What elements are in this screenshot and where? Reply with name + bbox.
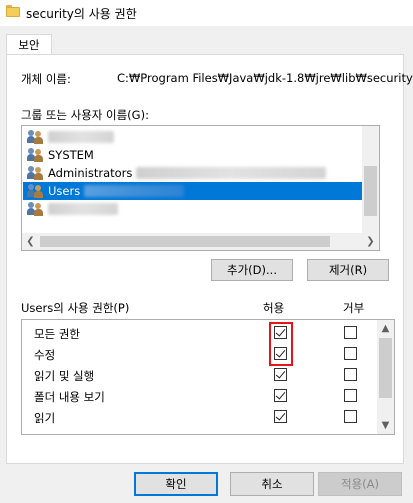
permission-row-modify: 수정 (22, 344, 378, 364)
users-icon (27, 202, 44, 216)
permission-name: 읽기 및 실행 (34, 369, 95, 383)
list-item[interactable] (23, 128, 375, 146)
permission-row-full-control: 모든 권한 (22, 323, 378, 343)
folder-icon (6, 5, 20, 17)
list-item-label: SYSTEM (48, 148, 94, 162)
scroll-down-icon[interactable]: ▼ (377, 417, 394, 434)
tab-security[interactable]: 보안 (6, 34, 52, 55)
permission-name: 읽기 (34, 411, 56, 425)
permission-name: 모든 권한 (34, 327, 80, 341)
deny-column-header: 거부 (343, 301, 365, 315)
list-item-label: Administrators (48, 166, 133, 180)
object-name-value: C:₩Program Files₩Java₩jdk-1.8₩jre₩lib₩se… (117, 71, 413, 85)
list-item-users[interactable]: Users (23, 182, 375, 200)
deny-checkbox[interactable] (344, 347, 357, 360)
allow-checkbox[interactable] (274, 389, 287, 402)
users-icon (27, 148, 44, 162)
scrollbar-thumb[interactable] (40, 236, 330, 247)
permission-row-list-folder: 폴더 내용 보기 (22, 386, 378, 406)
permissions-label: Users의 사용 권한(P) (21, 301, 130, 315)
permissions-list: 모든 권한 수정 읽기 및 실행 폴더 내용 보기 읽기 ▲ ▼ (21, 319, 395, 435)
group-user-list[interactable]: SYSTEM Administrators Users ❮ ❯ (21, 125, 380, 251)
add-button[interactable]: 추가(D)... (211, 259, 293, 281)
redacted-suffix (136, 167, 327, 179)
scroll-right-icon[interactable]: ❯ (362, 233, 379, 250)
scroll-left-icon[interactable]: ❮ (22, 233, 39, 250)
object-name-label: 개체 이름: (21, 72, 71, 86)
allow-checkbox[interactable] (274, 410, 287, 423)
security-panel: 개체 이름: C:₩Program Files₩Java₩jdk-1.8₩jre… (6, 54, 413, 464)
remove-button[interactable]: 제거(R) (307, 259, 389, 281)
permissions-scrollbar[interactable]: ▲ ▼ (377, 320, 394, 434)
redacted-name (48, 131, 114, 143)
users-icon (27, 130, 44, 144)
list-item-administrators[interactable]: Administrators (23, 164, 375, 182)
list-item-label: Users (48, 184, 81, 198)
group-list-label: 그룹 또는 사용자 이름(G): (21, 108, 149, 122)
allow-column-header: 허용 (263, 301, 285, 315)
permission-name: 수정 (34, 348, 56, 362)
highlight-box (269, 322, 293, 366)
scrollbar-thumb[interactable] (379, 338, 392, 398)
scroll-up-icon[interactable]: ▲ (377, 320, 394, 337)
redacted-suffix (84, 185, 185, 197)
list-item[interactable] (23, 200, 375, 218)
redacted-name (48, 203, 118, 215)
permission-row-read: 읽기 (22, 407, 378, 427)
allow-checkbox[interactable] (274, 368, 287, 381)
permission-name: 폴더 내용 보기 (34, 390, 105, 404)
users-icon (27, 184, 44, 198)
window-title: security의 사용 권한 (26, 7, 137, 21)
deny-checkbox[interactable] (344, 410, 357, 423)
deny-checkbox[interactable] (344, 368, 357, 381)
ok-button[interactable]: 확인 (134, 472, 218, 496)
scrollbar-thumb[interactable] (364, 166, 377, 216)
list-item-system[interactable]: SYSTEM (23, 146, 375, 164)
cancel-button[interactable]: 취소 (230, 472, 314, 496)
permission-row-read-execute: 읽기 및 실행 (22, 365, 378, 385)
list-vertical-scrollbar[interactable] (362, 126, 379, 235)
title-bar: security의 사용 권한 (0, 0, 413, 26)
deny-checkbox[interactable] (344, 389, 357, 402)
users-icon (27, 166, 44, 180)
apply-button[interactable]: 적용(A) (318, 472, 402, 496)
deny-checkbox[interactable] (344, 326, 357, 339)
list-horizontal-scrollbar[interactable]: ❮ ❯ (22, 233, 379, 250)
